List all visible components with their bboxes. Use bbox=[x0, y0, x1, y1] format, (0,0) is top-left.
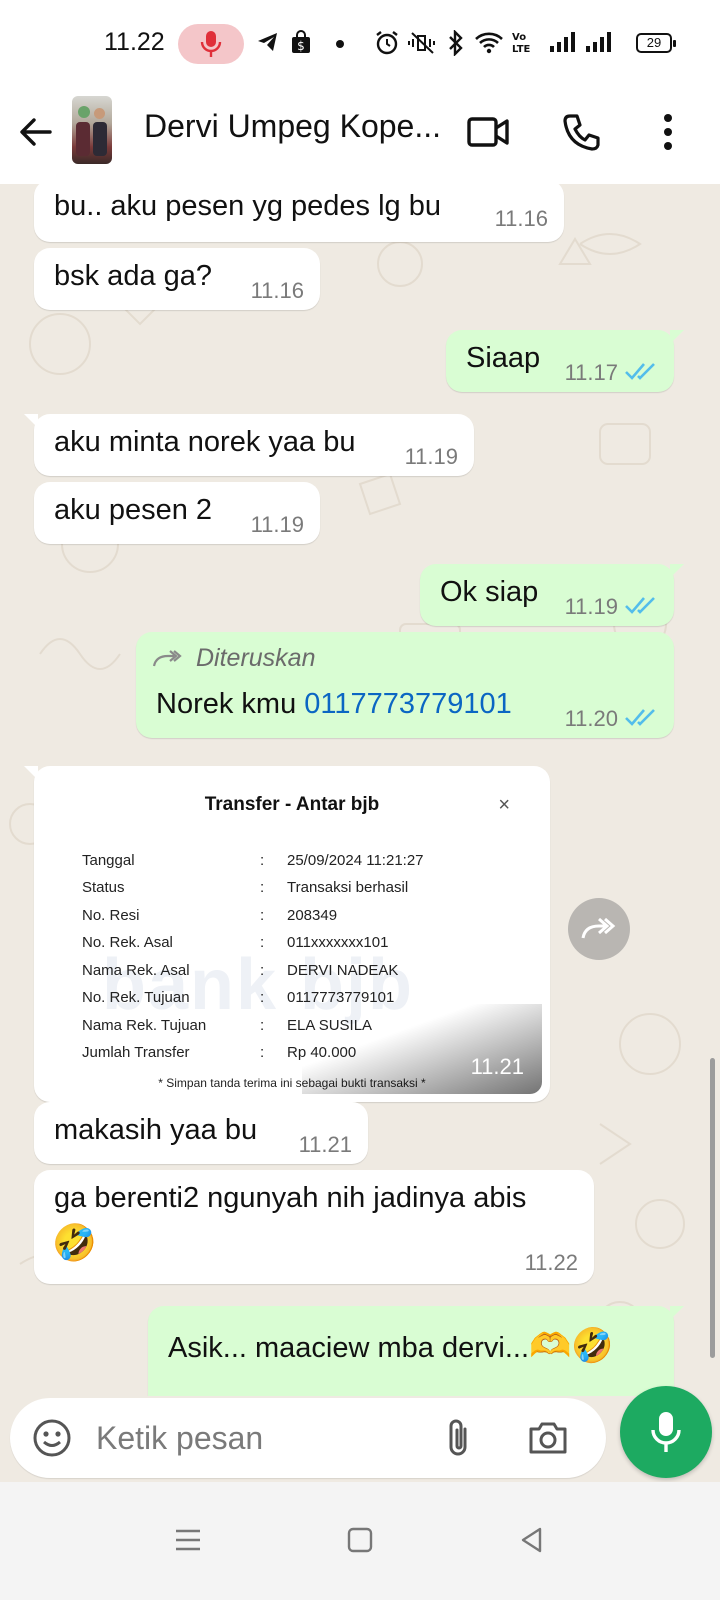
attach-icon[interactable] bbox=[434, 1414, 482, 1462]
emoji-icon[interactable] bbox=[28, 1414, 76, 1462]
svg-text:Vo: Vo bbox=[512, 32, 526, 43]
menu-icon[interactable] bbox=[164, 1516, 212, 1564]
more-vert-icon[interactable] bbox=[640, 104, 696, 160]
forward-icon bbox=[581, 917, 616, 939]
scrollbar[interactable] bbox=[710, 1058, 715, 1358]
alarm-icon bbox=[376, 31, 398, 55]
close-icon: × bbox=[498, 794, 510, 816]
status-bar: 11.22 $ Vo LTE 29 bbox=[0, 0, 720, 86]
mic-recording-icon bbox=[178, 24, 244, 64]
bluetooth-icon bbox=[449, 30, 463, 56]
message-time: 11.19 bbox=[404, 444, 458, 469]
svg-text:LTE: LTE bbox=[512, 44, 531, 54]
double-check-icon bbox=[625, 709, 655, 726]
back-arrow-icon[interactable] bbox=[14, 110, 58, 154]
mic-button[interactable] bbox=[620, 1386, 712, 1478]
message-incoming[interactable]: makasih yaa bu 11.21 bbox=[34, 1102, 368, 1164]
svg-text:$: $ bbox=[297, 39, 305, 53]
message-outgoing[interactable]: Asik... maaciew mba dervi...🫶🤣 bbox=[148, 1306, 684, 1396]
forwarded-label: Diteruskan bbox=[196, 644, 316, 672]
message-incoming[interactable]: aku minta norek yaa bu 11.19 bbox=[24, 414, 474, 476]
message-text: Asik... maaciew mba dervi...🫶🤣 bbox=[168, 1327, 614, 1365]
avatar[interactable] bbox=[72, 96, 112, 164]
message-time: 11.16 bbox=[250, 278, 304, 303]
message-outgoing[interactable]: Siaap 11.17 bbox=[446, 330, 684, 392]
message-text: Ok siap bbox=[440, 576, 539, 608]
message-text: Norek kmu 0117773779101 bbox=[156, 688, 512, 720]
message-text: bsk ada ga? bbox=[54, 260, 213, 292]
telegram-icon bbox=[258, 33, 277, 51]
volte-icon: VoLTE bbox=[512, 32, 531, 54]
message-incoming[interactable]: ga berenti2 ngunyah nih jadinya abis 🤣 1… bbox=[34, 1170, 594, 1284]
message-time: 11.16 bbox=[494, 206, 548, 231]
message-text: Siaap bbox=[466, 342, 541, 374]
message-text: aku minta norek yaa bu bbox=[54, 426, 356, 458]
image-message[interactable]: bank bjb Transfer - Antar bjb × Tanggal:… bbox=[24, 766, 550, 1102]
message-text: aku pesen 2 bbox=[54, 494, 213, 526]
message-time: 11.21 bbox=[298, 1132, 352, 1157]
dot-icon bbox=[336, 40, 344, 48]
wifi-icon bbox=[475, 32, 503, 54]
message-incoming[interactable]: bu.. aku pesen yg pedes lg bu 11.16 bbox=[34, 184, 564, 242]
message-time: 11.20 bbox=[564, 706, 618, 731]
chat-area[interactable]: bu.. aku pesen yg pedes lg bu 11.16 bsk … bbox=[0, 184, 720, 1396]
double-check-icon bbox=[625, 363, 655, 380]
heart-hands-rofl-emoji: 🫶🤣 bbox=[529, 1327, 614, 1365]
camera-icon[interactable] bbox=[524, 1414, 572, 1462]
signal-icon bbox=[586, 32, 611, 52]
double-check-icon bbox=[625, 597, 655, 614]
message-time: 11.17 bbox=[564, 360, 618, 385]
message-incoming[interactable]: bsk ada ga? 11.16 bbox=[34, 248, 320, 310]
home-icon[interactable] bbox=[336, 1516, 384, 1564]
video-call-icon[interactable] bbox=[460, 104, 516, 160]
message-input[interactable]: Ketik pesan bbox=[10, 1398, 606, 1478]
status-time: 11.22 bbox=[104, 28, 165, 56]
forwarded-icon bbox=[152, 650, 182, 667]
signal-icon bbox=[550, 32, 575, 52]
contact-name[interactable]: Dervi Umpeg Kope... bbox=[144, 108, 444, 145]
message-outgoing[interactable]: Ok siap 11.19 bbox=[420, 564, 684, 626]
mic-icon bbox=[651, 1412, 681, 1452]
message-incoming[interactable]: aku pesen 2 11.19 bbox=[34, 482, 320, 544]
account-number-link[interactable]: 0117773779101 bbox=[304, 688, 512, 720]
system-nav-bar bbox=[0, 1482, 720, 1600]
message-time: 11.19 bbox=[250, 512, 304, 537]
receipt-title: Transfer - Antar bjb bbox=[204, 794, 380, 815]
message-text: ga berenti2 ngunyah nih jadinya abis bbox=[54, 1182, 527, 1214]
message-placeholder: Ketik pesan bbox=[96, 1420, 264, 1456]
shopping-bag-icon: $ bbox=[292, 30, 310, 53]
message-text: makasih yaa bu bbox=[54, 1114, 258, 1146]
back-icon[interactable] bbox=[508, 1516, 556, 1564]
message-time: 11.22 bbox=[524, 1250, 578, 1275]
forward-button[interactable] bbox=[568, 898, 630, 960]
chat-header: Dervi Umpeg Kope... bbox=[0, 86, 720, 184]
composer: Ketik pesan bbox=[0, 1386, 720, 1482]
message-time: 11.21 bbox=[470, 1054, 524, 1079]
vibrate-icon bbox=[408, 32, 435, 54]
phone-icon[interactable] bbox=[554, 104, 610, 160]
battery-icon: 29 bbox=[636, 33, 676, 53]
message-time: 11.19 bbox=[564, 594, 618, 619]
message-text: bu.. aku pesen yg pedes lg bu bbox=[54, 190, 441, 222]
message-outgoing-forwarded[interactable]: Diteruskan Norek kmu 0117773779101 11.20 bbox=[136, 632, 674, 738]
rofl-emoji: 🤣 bbox=[52, 1222, 97, 1263]
transfer-receipt-image[interactable]: bank bjb Transfer - Antar bjb × Tanggal:… bbox=[42, 774, 542, 1094]
